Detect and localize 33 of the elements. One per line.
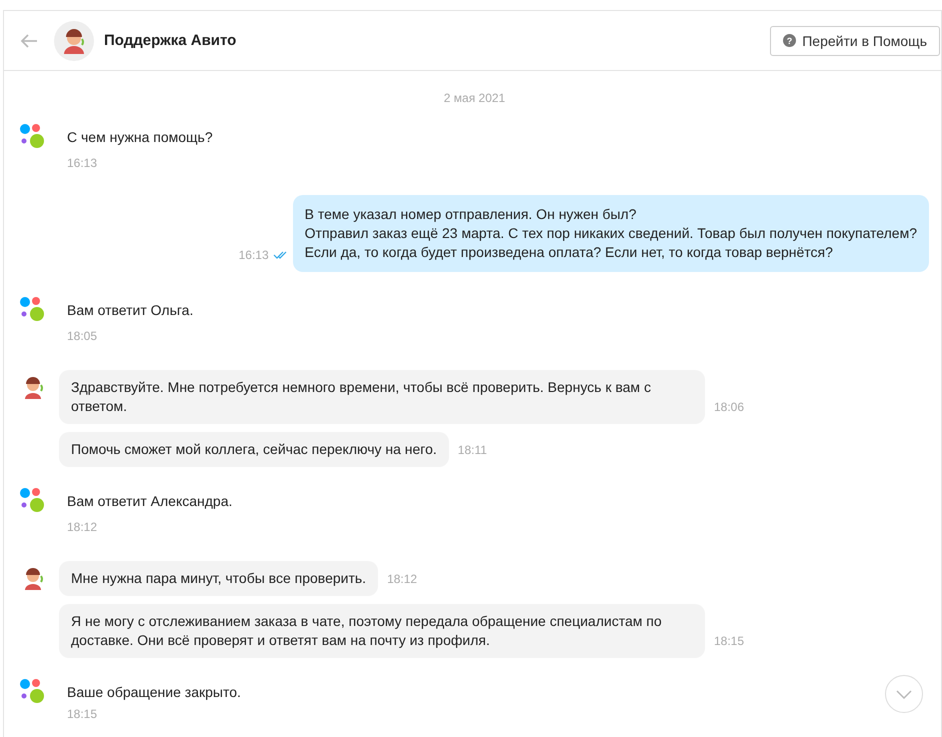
system-message: Вам ответит Александра. <box>67 493 232 509</box>
logo-dots-icon <box>20 124 45 149</box>
logo-dots-icon <box>20 297 45 322</box>
message-text: Если да, то когда будет произведена оплата? Если нет, то когда товар вернётся? <box>304 243 834 262</box>
message-time: 18:06 <box>714 400 744 414</box>
message-time: 18:15 <box>67 707 98 721</box>
chat-title: Поддержка Авито <box>104 32 238 49</box>
agent-message-bubble: Мне нужна пара минут, чтобы все проверить. <box>59 561 378 596</box>
message-time: 18:11 <box>458 443 487 457</box>
double-check-icon <box>272 251 287 259</box>
message-time: 18:12 <box>67 520 98 534</box>
system-message: Ваше обращение закрыто. <box>67 684 241 700</box>
message-time: 16:13 <box>67 156 98 170</box>
question-icon: ? <box>783 34 796 47</box>
date-label: 2 мая 2021 <box>442 91 506 105</box>
message-text: В теме указал номер отправления. Он нужен был? <box>304 205 638 224</box>
scroll-down-button[interactable] <box>885 675 923 713</box>
chevron-down-icon <box>896 690 912 698</box>
system-message: Вам ответит Ольга. <box>67 302 194 318</box>
message-time: 16:13 <box>238 248 269 262</box>
support-avatar-icon <box>54 20 94 60</box>
message-time: 18:15 <box>714 634 744 648</box>
logo-dots-icon <box>20 679 45 704</box>
agent-message-bubble: Я не могу с отслеживанием заказа в чате, поэтому передала обращение специалистам по доставке. Они всё проверят и ответят вам на почту из профиля. <box>59 604 705 658</box>
logo-dots-icon <box>20 488 45 513</box>
help-button[interactable]: ? Перейти в Помощь <box>770 26 940 56</box>
message-text: Отправил заказ ещё 23 марта. С тех пор никаких сведений. Товар был получен покупателем? <box>304 224 917 243</box>
agent-message-bubble: Помочь сможет мой коллега, сейчас переключу на него. <box>59 432 449 467</box>
system-message: С чем нужна помощь? <box>67 129 213 145</box>
message-time: 18:12 <box>387 572 418 586</box>
agent-message-bubble: Здравствуйте. Мне потребуется немного времени, чтобы всё проверить. Вернусь к вам с ответом. <box>59 370 705 424</box>
message-time: 18:05 <box>67 329 98 343</box>
back-arrow-icon[interactable] <box>20 32 38 48</box>
